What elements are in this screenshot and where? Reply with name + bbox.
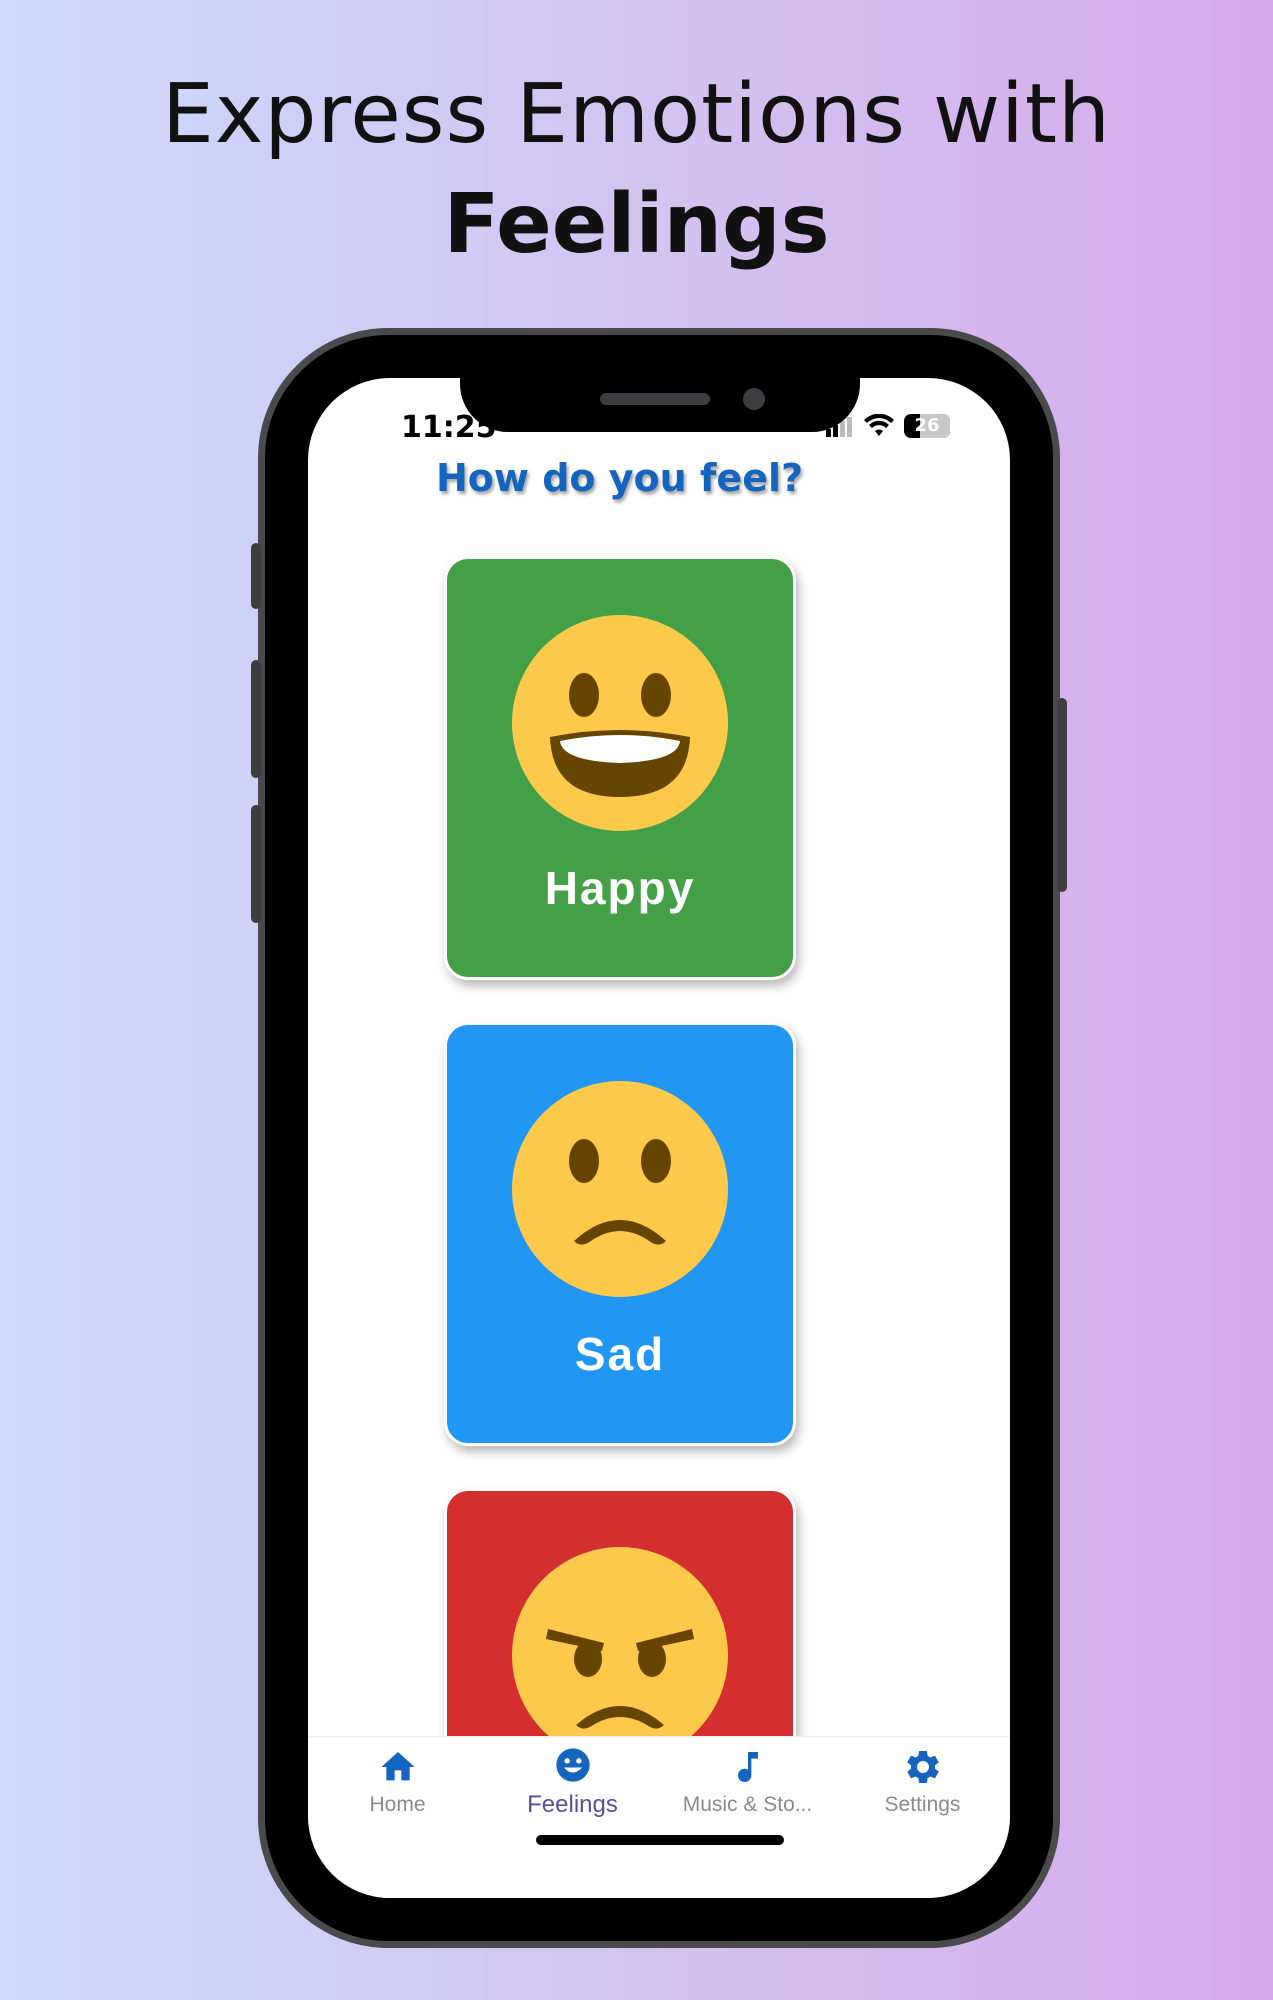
tab-label: Settings [884,1793,961,1816]
battery-icon: 26 [904,414,950,438]
notch-camera [743,388,765,410]
feeling-card-sad[interactable]: Sad [444,1022,796,1446]
phone-side-button [251,543,261,609]
tab-home[interactable]: Home [310,1747,485,1817]
angry-face-icon [512,1547,728,1763]
music-note-icon [737,1752,758,1783]
tab-settings[interactable]: Settings [835,1747,1010,1817]
tab-music-stories[interactable]: Music & Sto... [660,1747,835,1817]
home-icon [380,1752,415,1781]
phone-power-button [1057,698,1067,892]
wifi-icon [864,414,894,436]
tab-label: Feelings [527,1791,618,1818]
feeling-card-label: Sad [574,1328,666,1380]
headline-line-1: Express Emotions with [162,67,1111,162]
tab-label: Music & Sto... [682,1793,813,1816]
home-indicator [536,1835,784,1845]
marketing-headline: Express Emotions with Feelings [0,60,1273,280]
gear-icon [906,1750,939,1784]
screen-title: How do you feel? [435,456,804,500]
smiley-icon [555,1748,590,1782]
tab-feelings[interactable]: Feelings [485,1745,660,1819]
app-screen: 11:25 26 How do you feel? Happy Sad Home… [308,378,1010,1898]
bottom-tab-bar: Home Feelings Music & Sto... Settings [308,1736,1010,1898]
headline-line-2: Feelings [443,177,830,272]
phone-volume-down-button [251,805,261,923]
frowning-face-icon [512,1081,728,1297]
battery-level: 26 [914,415,940,436]
feeling-card-label: Happy [544,862,696,914]
tab-label: Home [369,1793,426,1816]
phone-volume-up-button [251,660,261,778]
grinning-face-icon [512,615,728,831]
notch-speaker [600,393,710,405]
feeling-card-happy[interactable]: Happy [444,556,796,980]
